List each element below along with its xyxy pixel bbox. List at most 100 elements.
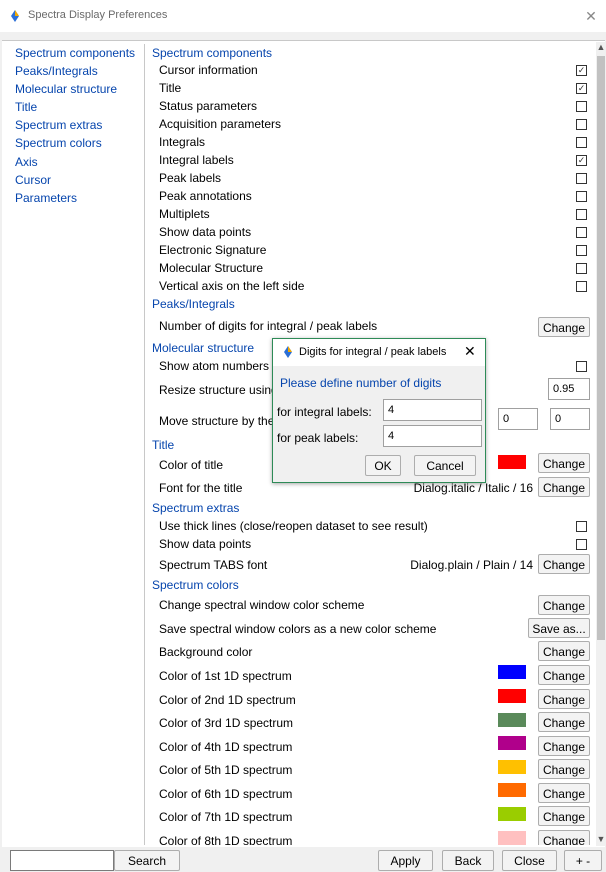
checkbox-integrals[interactable] <box>576 137 587 148</box>
option-label: Peak labels <box>159 171 222 185</box>
checkbox-peak-labels[interactable] <box>576 173 587 184</box>
option-label: Peak annotations <box>159 189 252 203</box>
checkbox-show-atom-numbers[interactable] <box>576 361 587 372</box>
dialog-titlebar: Digits for integral / peak labels ✕ <box>273 339 485 366</box>
search-button[interactable]: Search <box>114 850 180 871</box>
option-row: Show data points <box>152 223 595 241</box>
checkbox-integral-labels[interactable]: ✓ <box>576 155 587 166</box>
resize-value-field[interactable]: 0.95 <box>548 378 590 400</box>
sidebar-item-spectrum-components[interactable]: Spectrum components <box>6 44 144 62</box>
option-label: Acquisition parameters <box>159 117 282 131</box>
background-color-change-button[interactable]: Change <box>538 641 590 661</box>
sidebar-item-axis[interactable]: Axis <box>6 153 144 171</box>
sidebar-item-parameters[interactable]: Parameters <box>6 189 144 207</box>
spectrum-2-color-swatch <box>498 689 526 703</box>
spectrum-5-color-change-button[interactable]: Change <box>538 759 590 779</box>
spectrum-4-color-change-button[interactable]: Change <box>538 736 590 756</box>
option-label: Vertical axis on the left side <box>159 279 305 293</box>
digits-dialog: Digits for integral / peak labels ✕ Plea… <box>272 338 486 483</box>
spectrum-1-color-change-button[interactable]: Change <box>538 665 590 685</box>
color-label: Color of 5th 1D spectrum <box>159 763 293 777</box>
sidebar-item-peaks-integrals[interactable]: Peaks/Integrals <box>6 62 144 80</box>
sidebar: Spectrum components Peaks/Integrals Mole… <box>6 44 145 845</box>
digits-change-button[interactable]: Change <box>538 317 590 337</box>
sidebar-item-spectrum-colors[interactable]: Spectrum colors <box>6 134 144 152</box>
section-header-peaks-integrals: Peaks/Integrals <box>152 297 235 311</box>
option-label: Status parameters <box>159 99 258 113</box>
scroll-up-icon[interactable]: ▲ <box>596 42 606 54</box>
digits-label: Number of digits for integral / peak lab… <box>159 319 378 333</box>
save-as-button[interactable]: Save as... <box>528 618 590 638</box>
option-row: Status parameters <box>152 97 595 115</box>
spectrum-6-color-change-button[interactable]: Change <box>538 783 590 803</box>
spectrum-1-color-swatch <box>498 665 526 679</box>
spectrum-8-color-change-button[interactable]: Change <box>538 830 590 845</box>
search-input[interactable] <box>10 850 114 871</box>
tabs-font-change-button[interactable]: Change <box>538 554 590 574</box>
move-x-field[interactable]: 0 <box>498 408 538 430</box>
dialog-close-icon[interactable]: ✕ <box>464 343 476 360</box>
integral-digits-label: for integral labels: <box>277 405 372 419</box>
checkbox-peak-annotations[interactable] <box>576 191 587 202</box>
close-button[interactable]: Close <box>502 850 557 871</box>
option-row: Peak annotations <box>152 187 595 205</box>
window-titlebar: Spectra Display Preferences ✕ <box>0 0 606 32</box>
checkbox-acquisition-parameters[interactable] <box>576 119 587 130</box>
move-y-field[interactable]: 0 <box>550 408 590 430</box>
color-label: Color of 6th 1D spectrum <box>159 787 293 801</box>
checkbox-electronic-signature[interactable] <box>576 245 587 256</box>
scrollbar-thumb[interactable] <box>597 56 605 640</box>
spectrum-4-color-swatch <box>498 736 526 750</box>
spectrum-2-color-change-button[interactable]: Change <box>538 689 590 709</box>
apply-button[interactable]: Apply <box>378 850 433 871</box>
checkbox-cursor-information[interactable]: ✓ <box>576 65 587 76</box>
option-row: Integrals <box>152 133 595 151</box>
checkbox-extras-show-data-points[interactable] <box>576 539 587 550</box>
sidebar-item-spectrum-extras[interactable]: Spectrum extras <box>6 116 144 134</box>
checkbox-title[interactable]: ✓ <box>576 83 587 94</box>
move-label: Move structure by the <box>159 414 275 428</box>
color-label: Color of 7th 1D spectrum <box>159 810 293 824</box>
spectrum-3-color-change-button[interactable]: Change <box>538 712 590 732</box>
peak-digits-label: for peak labels: <box>277 431 359 445</box>
dialog-cancel-button[interactable]: Cancel <box>414 455 476 476</box>
spectrum-5-color-swatch <box>498 760 526 774</box>
color-label: Color of 1st 1D spectrum <box>159 669 292 683</box>
sidebar-item-cursor[interactable]: Cursor <box>6 171 144 189</box>
peak-digits-field[interactable]: 4 <box>383 425 482 447</box>
back-button[interactable]: Back <box>442 850 494 871</box>
checkbox-show-data-points[interactable] <box>576 227 587 238</box>
option-label: Use thick lines (close/reopen dataset to… <box>159 519 428 533</box>
sidebar-item-title[interactable]: Title <box>6 98 144 116</box>
option-row: Molecular Structure <box>152 259 595 277</box>
resize-label: Resize structure using <box>159 383 278 397</box>
checkbox-vertical-axis-left[interactable] <box>576 281 587 292</box>
integral-digits-field[interactable]: 4 <box>383 399 482 421</box>
plus-minus-button[interactable]: + - <box>564 850 602 871</box>
tabs-font-label: Spectrum TABS font <box>159 558 268 572</box>
option-label: Integral labels <box>159 153 234 167</box>
spectrum-8-color-swatch <box>498 831 526 845</box>
section-header-spectrum-colors: Spectrum colors <box>152 578 239 592</box>
option-row: Multiplets <box>152 205 595 223</box>
color-label: Color of 3rd 1D spectrum <box>159 716 294 730</box>
checkbox-thick-lines[interactable] <box>576 521 587 532</box>
color-label: Background color <box>159 645 253 659</box>
title-color-change-button[interactable]: Change <box>538 453 590 473</box>
sidebar-item-molecular-structure[interactable]: Molecular structure <box>6 80 144 98</box>
spectrum-6-color-swatch <box>498 783 526 797</box>
color-scheme-change-button[interactable]: Change <box>538 595 590 615</box>
checkbox-status-parameters[interactable] <box>576 101 587 112</box>
title-font-change-button[interactable]: Change <box>538 477 590 497</box>
scroll-down-icon[interactable]: ▼ <box>596 834 606 846</box>
close-window-icon[interactable]: ✕ <box>576 0 606 32</box>
option-label: Integrals <box>159 135 206 149</box>
color-row: Background color <box>152 643 595 661</box>
spectrum-7-color-change-button[interactable]: Change <box>538 806 590 826</box>
checkbox-multiplets[interactable] <box>576 209 587 220</box>
dialog-ok-button[interactable]: OK <box>365 455 401 476</box>
option-row: Use thick lines (close/reopen dataset to… <box>152 517 595 535</box>
checkbox-molecular-structure[interactable] <box>576 263 587 274</box>
vertical-scrollbar[interactable]: ▲ ▼ <box>596 42 606 846</box>
save-scheme-label: Save spectral window colors as a new col… <box>159 622 437 636</box>
